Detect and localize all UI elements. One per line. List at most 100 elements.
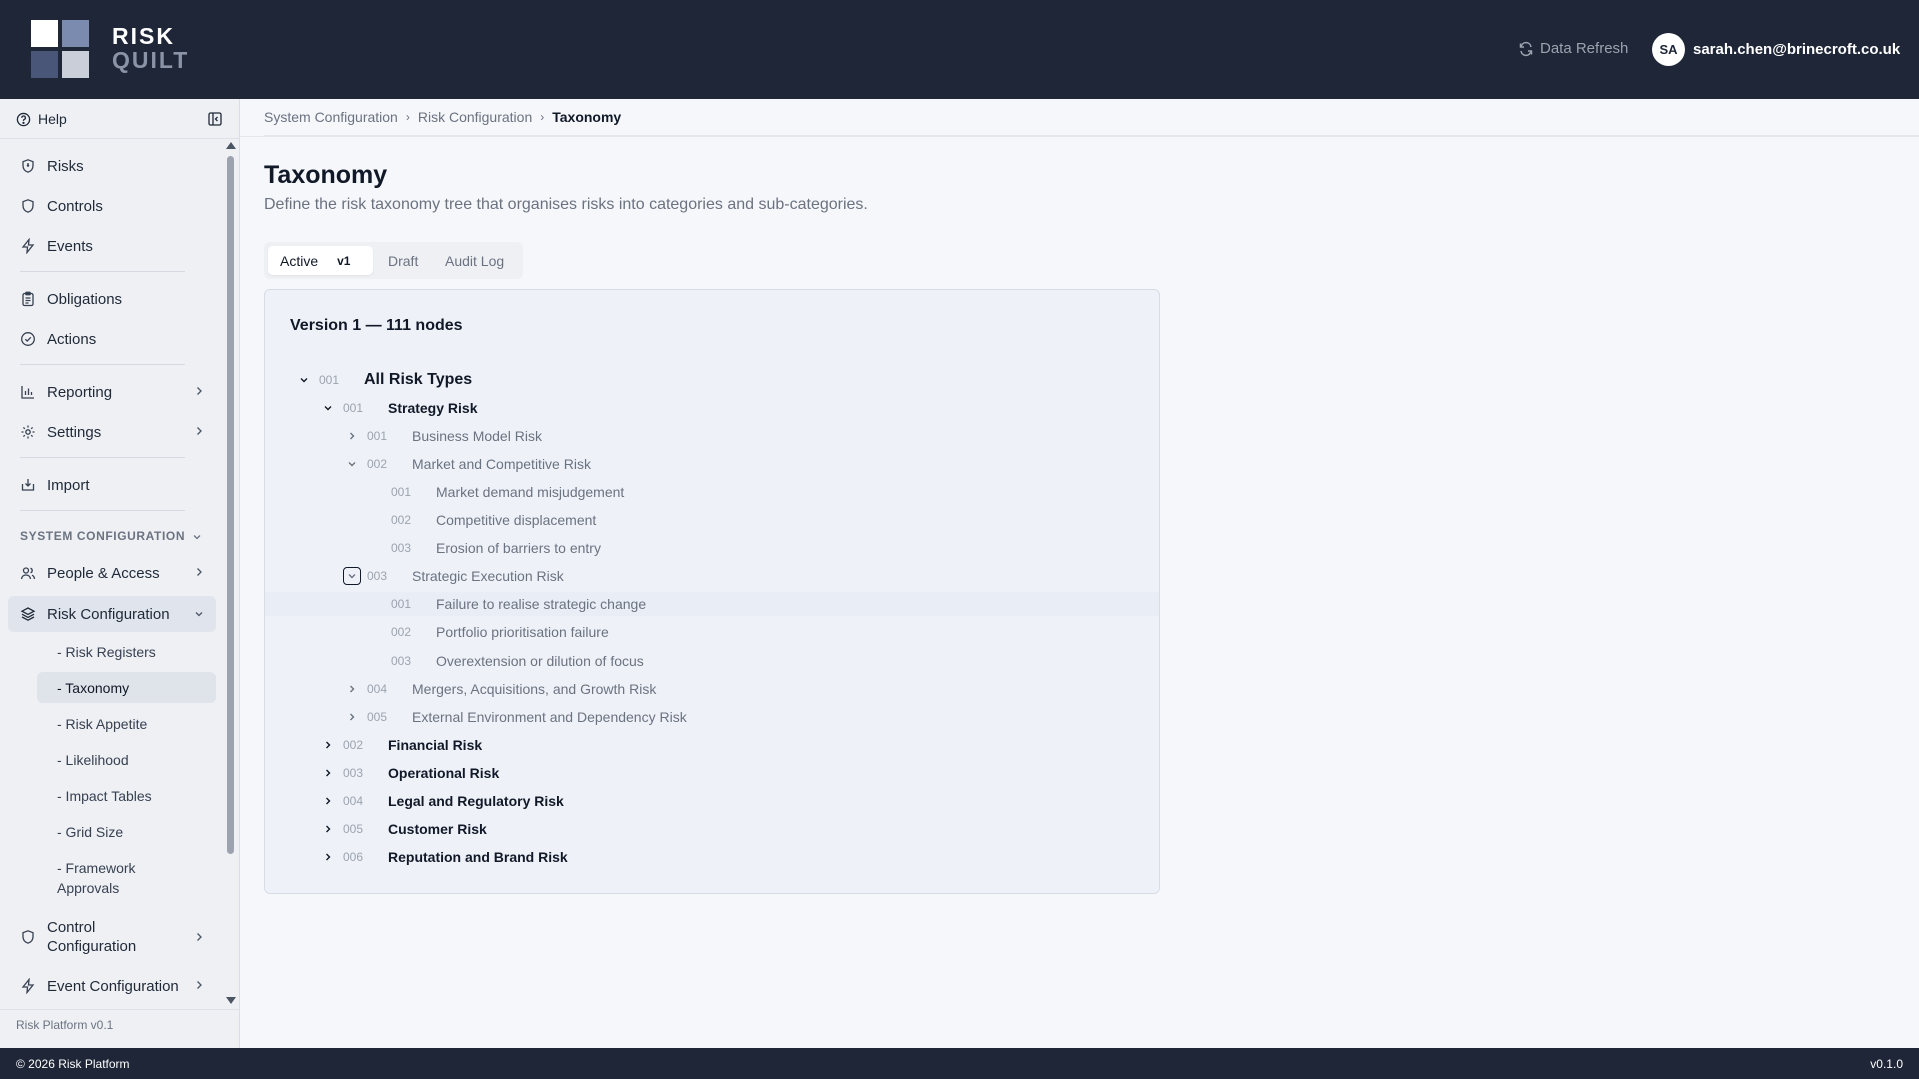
sidebar-item-obligations[interactable]: Obligations [8,282,216,316]
tree-node[interactable]: 004 Mergers, Acquisitions, and Growth Ris… [343,677,1155,701]
tab-audit-log[interactable]: Audit Log [445,246,504,275]
brand-logo-icon[interactable] [31,20,89,78]
node-label: Strategic Execution Risk [412,568,564,585]
sidebar-item-import[interactable]: Import [8,468,216,502]
tree-leaf-node[interactable]: 001 Failure to realise strategic change [265,592,1159,617]
sidebar-item-label: Events [47,237,93,255]
node-code: 002 [391,625,412,640]
sidebar-item-risk-configuration[interactable]: Risk Configuration [8,596,216,632]
scroll-down-arrow-icon[interactable] [226,997,236,1004]
sidebar-item-label: Obligations [47,290,123,308]
gear-icon [21,425,35,439]
user-email[interactable]: sarah.chen@brinecroft.co.uk [1693,41,1900,58]
sidebar-divider [20,364,185,365]
sidebar-subitem-grid-size[interactable]: - Grid Size [37,816,216,847]
chevron-right-icon[interactable] [319,764,337,782]
sidebar-item-control-configuration[interactable]: Control Configuration [8,913,216,961]
tree-node[interactable]: 002 Financial Risk [319,733,1155,757]
node-code: 001 [343,401,364,416]
section-label-text: SYSTEM CONFIGURATION [20,529,186,543]
scrollbar-thumb[interactable] [227,156,234,854]
chevron-down-icon[interactable] [192,532,202,542]
sidebar-item-controls[interactable]: Controls [8,189,216,223]
tree-node[interactable]: 002 Market and Competitive Risk [343,452,1155,476]
chevron-down-icon[interactable] [343,567,361,586]
sidebar-subitem-risk-appetite[interactable]: - Risk Appetite [37,708,216,739]
sidebar-item-label: People & Access [47,564,160,582]
tree-leaf-node[interactable]: 003 Erosion of barriers to entry [367,536,1155,560]
brand-name: RISK QUILT [112,24,189,72]
sidebar-subitem-taxonomy[interactable]: - Taxonomy [37,672,216,703]
tree-node[interactable]: 001 Strategy Risk [319,396,1155,420]
chevron-right-icon[interactable] [343,680,361,698]
sidebar-item-event-configuration[interactable]: Event Configuration [8,969,216,1003]
tab-draft[interactable]: Draft [388,246,418,275]
avatar[interactable]: SA [1652,33,1685,66]
section-label-system-configuration[interactable]: SYSTEM CONFIGURATION [20,529,185,543]
sidebar-scrollbar[interactable] [223,140,237,1008]
tree-node[interactable]: 005 External Environment and Dependency R… [343,705,1155,729]
shield-outline-icon [22,930,34,944]
chevron-right-icon[interactable] [319,848,337,866]
sidebar-item-label: Actions [47,330,97,348]
sidebar-item-label: Controls [47,197,103,215]
chevron-down-icon[interactable] [343,455,361,473]
help-link[interactable]: Help [16,111,67,127]
tree-node[interactable]: 003 Operational Risk [319,761,1155,785]
tree-leaf-node[interactable]: 002 Portfolio prioritisation failure [367,620,1155,644]
app-footer: © 2026 Risk Platform v0.1.0 [0,1048,1919,1079]
chevron-down-icon[interactable] [295,371,313,389]
breadcrumb-risk-configuration[interactable]: Risk Configuration [418,109,532,125]
chevron-right-icon [197,981,202,989]
check-circle-icon [21,332,35,346]
tree-leaf-node[interactable]: 001 Market demand misjudgement [367,480,1155,504]
chevron-right-icon[interactable] [319,792,337,810]
sidebar-item-risks[interactable]: Risks [8,149,216,183]
sidebar-collapse-icon[interactable] [207,111,223,127]
chevron-right-icon[interactable] [343,708,361,726]
version-tabs: Active v1 Draft Audit Log [264,242,523,279]
node-code: 002 [343,737,364,752]
breadcrumb-current: Taxonomy [552,109,622,125]
node-label: Portfolio prioritisation failure [436,624,609,641]
tab-active[interactable]: Active v1 [268,246,373,275]
copyright: © 2026 Risk Platform [16,1057,130,1071]
breadcrumb-system-configuration[interactable]: System Configuration [264,109,398,125]
tree-node[interactable]: 004 Legal and Regulatory Risk [319,789,1155,813]
sidebar-item-actions[interactable]: Actions [8,322,216,356]
import-icon [21,479,35,491]
tree-leaf-node[interactable]: 003 Overextension or dilution of focus [367,649,1155,673]
node-code: 005 [343,821,364,836]
node-code: 004 [343,793,364,808]
tree-node[interactable]: 003 Strategic Execution Risk [343,564,1155,588]
data-refresh-button[interactable]: Data Refresh [1518,40,1628,57]
scroll-up-arrow-icon[interactable] [226,142,236,149]
tree-node[interactable]: 006 Reputation and Brand Risk [319,845,1155,869]
tree-node[interactable]: 001 Business Model Risk [343,424,1155,448]
tree-leaf-node[interactable]: 002 Competitive displacement [367,508,1155,532]
sidebar-item-label: Risks [47,157,84,175]
sidebar-subitem-likelihood[interactable]: - Likelihood [37,744,216,775]
help-circle-icon [16,112,31,126]
sidebar-item-people-access[interactable]: People & Access [8,556,216,590]
chevron-right-icon[interactable] [319,820,337,838]
node-label: Financial Risk [388,736,483,753]
sidebar-subitem-impact-tables[interactable]: - Impact Tables [37,780,216,811]
sidebar-item-settings[interactable]: Settings [8,415,216,449]
chevron-right-icon[interactable] [319,736,337,754]
node-label: Legal and Regulatory Risk [388,792,564,809]
node-code: 003 [391,653,412,668]
tree-node[interactable]: 005 Customer Risk [319,817,1155,841]
sidebar-item-events[interactable]: Events [8,229,216,263]
chevron-down-icon[interactable] [319,399,337,417]
sidebar-subitem-risk-registers[interactable]: - Risk Registers [37,636,216,667]
sidebar-subitem-framework-approvals[interactable]: - Framework Approvals [37,856,187,900]
sidebar-item-reporting[interactable]: Reporting [8,375,216,409]
chevron-right-icon[interactable] [343,427,361,445]
user-menu[interactable]: SA sarah.chen@brinecroft.co.uk [1652,33,1900,66]
help-label: Help [38,111,67,127]
tree-node[interactable]: 001 All Risk Types [295,368,1155,392]
chevron-right-icon [197,387,202,395]
